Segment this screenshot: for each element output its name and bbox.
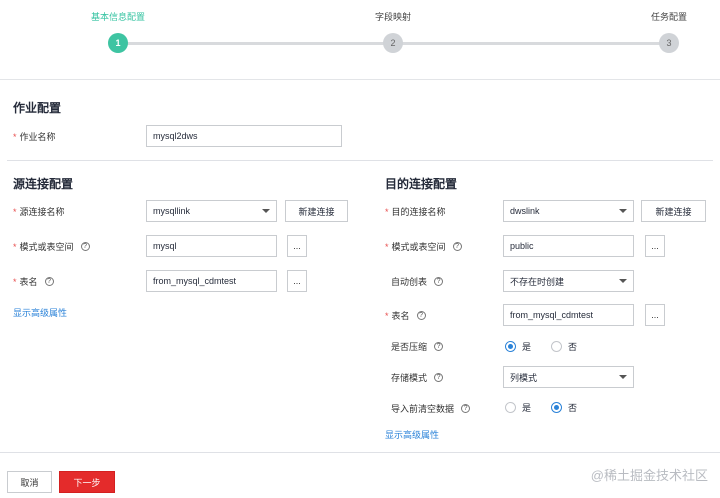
source-link-label: * 源连接名称	[13, 205, 65, 218]
chevron-down-icon	[262, 209, 270, 213]
job-name-label: * 作业名称	[13, 130, 56, 143]
help-icon[interactable]: ?	[416, 311, 426, 320]
target-table-label: * 表名 ?	[385, 309, 426, 322]
step-1-label: 基本信息配置	[90, 12, 146, 22]
chevron-down-icon	[619, 209, 627, 213]
required-mark: *	[13, 241, 17, 252]
help-icon[interactable]: ?	[434, 342, 444, 351]
target-config-title: 目的连接配置	[385, 177, 458, 191]
clear-label-text: 导入前清空数据	[391, 404, 455, 414]
target-link-label-text: 目的连接名称	[391, 207, 446, 217]
target-link-value: dwslink	[510, 206, 540, 216]
clear-yes-label[interactable]: 是	[522, 401, 531, 414]
help-icon[interactable]: ?	[434, 277, 444, 286]
source-schema-input[interactable]: mysql	[146, 235, 277, 257]
compress-yes-radio[interactable]	[505, 341, 516, 352]
step-3-label: 任务配置	[650, 12, 688, 22]
auto-create-label-text: 自动创表	[391, 277, 428, 287]
compress-radio-group: 是 否	[505, 340, 597, 353]
target-table-input[interactable]: from_mysql_cdmtest	[503, 304, 634, 326]
chevron-down-icon	[619, 375, 627, 379]
job-name-input[interactable]: mysql2dws	[146, 125, 342, 147]
source-new-link-button[interactable]: 新建连接	[285, 200, 348, 222]
required-mark: *	[13, 276, 17, 287]
step-2-circle: 2	[383, 33, 403, 53]
source-table-label: * 表名 ?	[13, 275, 54, 288]
target-link-label: * 目的连接名称	[385, 205, 446, 218]
help-icon[interactable]: ?	[452, 242, 462, 251]
cancel-button[interactable]: 取消	[7, 471, 52, 493]
source-link-label-text: 源连接名称	[19, 207, 65, 217]
source-schema-label-text: 模式或表空间	[19, 242, 74, 252]
target-advanced-link[interactable]: 显示高级属性	[385, 428, 439, 441]
next-step-button[interactable]: 下一步	[59, 471, 115, 493]
required-mark: *	[385, 206, 389, 217]
target-schema-input[interactable]: public	[503, 235, 634, 257]
storage-mode-label-text: 存储模式	[391, 373, 428, 383]
clear-no-label[interactable]: 否	[568, 401, 577, 414]
target-schema-label: * 模式或表空间 ?	[385, 240, 462, 253]
storage-mode-label: 存储模式 ?	[391, 371, 444, 384]
source-table-input[interactable]: from_mysql_cdmtest	[146, 270, 277, 292]
required-mark: *	[13, 206, 17, 217]
source-table-browse-button[interactable]: ...	[287, 270, 307, 292]
target-table-browse-button[interactable]: ...	[645, 304, 665, 326]
step-1-circle: 1	[108, 33, 128, 53]
help-icon[interactable]: ?	[461, 404, 471, 413]
help-icon[interactable]: ?	[80, 242, 90, 251]
source-schema-browse-button[interactable]: ...	[287, 235, 307, 257]
help-icon[interactable]: ?	[434, 373, 444, 382]
auto-create-label: 自动创表 ?	[391, 275, 444, 288]
job-name-label-text: 作业名称	[19, 132, 56, 142]
target-schema-label-text: 模式或表空间	[391, 242, 446, 252]
source-link-select[interactable]: mysqllink	[146, 200, 277, 222]
step-3-circle: 3	[659, 33, 679, 53]
auto-create-value: 不存在时创建	[510, 276, 565, 287]
required-mark: *	[385, 310, 389, 321]
compress-no-label[interactable]: 否	[568, 340, 577, 353]
footer-divider	[0, 452, 720, 453]
watermark: @稀土掘金技术社区	[590, 468, 708, 483]
required-mark: *	[13, 131, 17, 142]
target-link-select[interactable]: dwslink	[503, 200, 634, 222]
required-mark: *	[385, 241, 389, 252]
chevron-down-icon	[619, 279, 627, 283]
target-table-label-text: 表名	[391, 311, 410, 321]
clear-radio-group: 是 否	[505, 401, 597, 414]
help-icon[interactable]: ?	[44, 277, 54, 286]
storage-mode-value: 列模式	[510, 372, 538, 383]
clear-no-radio[interactable]	[551, 402, 563, 413]
compress-yes-label[interactable]: 是	[522, 340, 531, 353]
section-divider	[7, 160, 713, 161]
target-new-link-button[interactable]: 新建连接	[641, 200, 706, 222]
compress-label: 是否压缩 ?	[391, 340, 444, 353]
auto-create-select[interactable]: 不存在时创建	[503, 270, 634, 292]
storage-mode-select[interactable]: 列模式	[503, 366, 634, 388]
source-link-value: mysqllink	[153, 206, 191, 216]
source-config-title: 源连接配置	[13, 177, 74, 191]
source-schema-label: * 模式或表空间 ?	[13, 240, 90, 253]
progress-stepper: 基本信息配置 字段映射 任务配置 1 2 3	[0, 0, 720, 80]
clear-before-import-label: 导入前清空数据 ?	[391, 402, 471, 415]
clear-yes-radio[interactable]	[505, 402, 516, 413]
target-schema-browse-button[interactable]: ...	[645, 235, 665, 257]
source-advanced-link[interactable]: 显示高级属性	[13, 306, 67, 319]
source-table-label-text: 表名	[19, 277, 38, 287]
compress-label-text: 是否压缩	[391, 342, 428, 352]
step-2-label: 字段映射	[374, 12, 412, 22]
job-config-title: 作业配置	[13, 101, 62, 115]
compress-no-radio[interactable]	[551, 341, 563, 352]
